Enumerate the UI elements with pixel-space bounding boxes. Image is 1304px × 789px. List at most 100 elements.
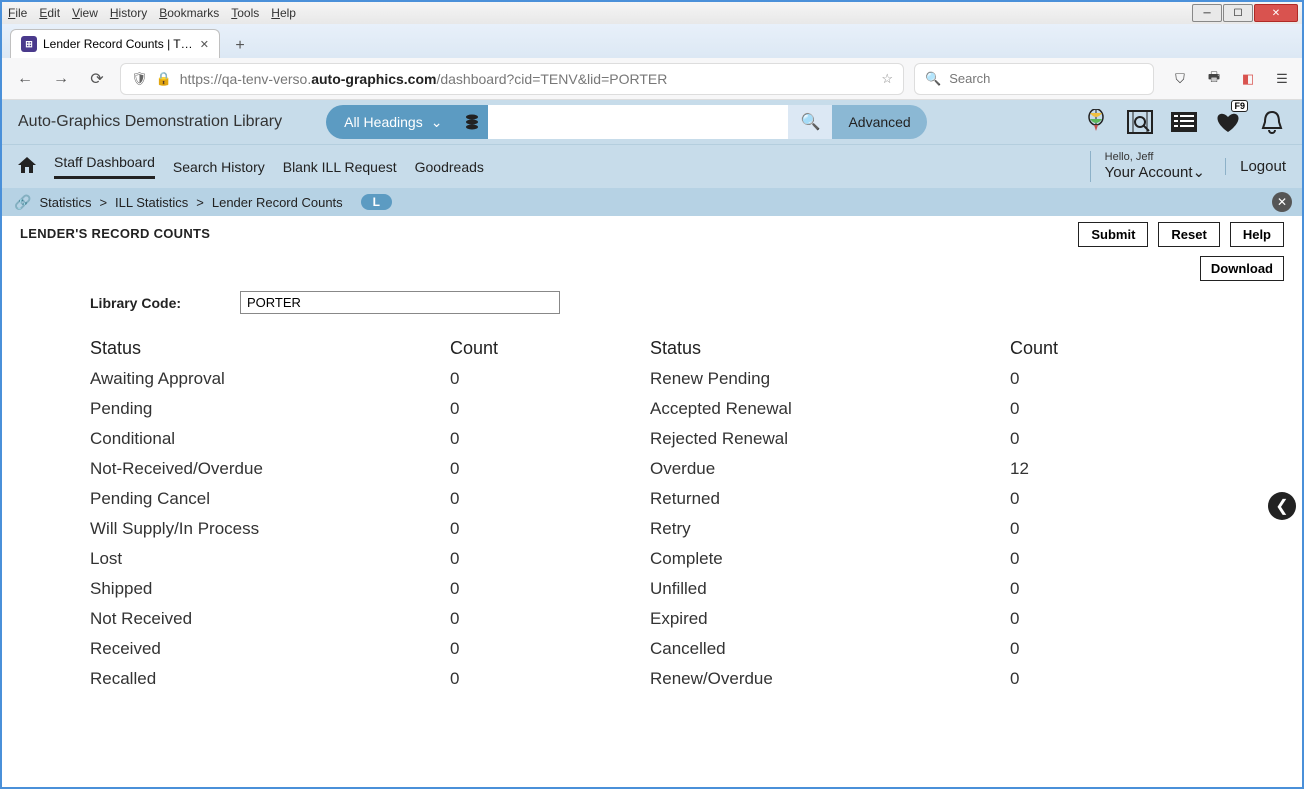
page-content: LENDER'S RECORD COUNTS Submit Reset Help… bbox=[2, 216, 1302, 787]
menu-view[interactable]: View bbox=[72, 6, 98, 20]
os-menubar: File Edit View History Bookmarks Tools H… bbox=[2, 2, 1302, 24]
window-controls: ─ ☐ ✕ bbox=[1192, 4, 1298, 22]
bookmark-star-icon[interactable]: ☆ bbox=[881, 71, 893, 87]
catalog-search-input[interactable] bbox=[488, 105, 788, 139]
tab-close-icon[interactable]: ✕ bbox=[200, 38, 209, 51]
search-type-dropdown[interactable]: All Headings ⌄ bbox=[326, 105, 456, 139]
status-cell: Renew/Overdue bbox=[650, 669, 1010, 689]
status-cell: Complete bbox=[650, 549, 1010, 569]
count-cell: 0 bbox=[450, 579, 550, 599]
breadcrumb-3[interactable]: Lender Record Counts bbox=[212, 195, 343, 210]
balloon-icon[interactable] bbox=[1082, 108, 1110, 136]
action-buttons: Submit Reset Help bbox=[1078, 222, 1284, 247]
nav-goodreads[interactable]: Goodreads bbox=[415, 159, 484, 175]
count-cell: 0 bbox=[1010, 399, 1110, 419]
nav-blank-ill-request[interactable]: Blank ILL Request bbox=[283, 159, 397, 175]
logout-link[interactable]: Logout bbox=[1225, 158, 1286, 175]
maximize-button[interactable]: ☐ bbox=[1223, 4, 1253, 22]
status-cell: Recalled bbox=[90, 669, 450, 689]
browser-search-bar[interactable]: 🔍 Search bbox=[914, 63, 1154, 95]
favorites-heart-icon[interactable]: F9 bbox=[1214, 108, 1242, 136]
catalog-search-group: All Headings ⌄ 🔍 Advanced bbox=[326, 105, 927, 139]
search-icon: 🔍 bbox=[925, 71, 941, 87]
status-cell: Pending bbox=[90, 399, 450, 419]
forward-button[interactable]: → bbox=[48, 66, 74, 92]
count-header: Count bbox=[1010, 338, 1110, 359]
menu-file[interactable]: File bbox=[8, 6, 27, 20]
app-header: Auto-Graphics Demonstration Library All … bbox=[2, 100, 1302, 144]
back-button[interactable]: ← bbox=[12, 66, 38, 92]
home-icon[interactable] bbox=[18, 157, 36, 176]
search-placeholder: Search bbox=[949, 71, 990, 86]
count-cell: 0 bbox=[1010, 429, 1110, 449]
status-cell: Cancelled bbox=[650, 639, 1010, 659]
catalog-search-button[interactable]: 🔍 bbox=[788, 105, 832, 139]
status-cell: Returned bbox=[650, 489, 1010, 509]
status-cell: Received bbox=[90, 639, 450, 659]
scan-icon[interactable] bbox=[1126, 108, 1154, 136]
count-cell: 0 bbox=[450, 549, 550, 569]
account-box[interactable]: Hello, Jeff Your Account⌄ bbox=[1090, 151, 1205, 182]
count-cell: 0 bbox=[1010, 639, 1110, 659]
library-code-label: Library Code: bbox=[90, 295, 210, 311]
status-header: Status bbox=[650, 338, 1010, 359]
breadcrumb-1[interactable]: Statistics bbox=[39, 195, 91, 210]
count-cell: 0 bbox=[1010, 369, 1110, 389]
count-cell: 0 bbox=[1010, 549, 1110, 569]
pocket-icon[interactable]: ⛉ bbox=[1170, 69, 1190, 89]
shield-icon: 🛡 bbox=[131, 71, 148, 87]
menu-help[interactable]: Help bbox=[271, 6, 296, 20]
count-cell: 12 bbox=[1010, 459, 1110, 479]
minimize-button[interactable]: ─ bbox=[1192, 4, 1222, 22]
status-tables: Status Count Awaiting Approval0Pending0C… bbox=[90, 338, 1284, 689]
chevron-down-icon: ⌄ bbox=[1193, 164, 1206, 181]
library-code-input[interactable] bbox=[240, 291, 560, 314]
status-cell: Rejected Renewal bbox=[650, 429, 1010, 449]
status-cell: Retry bbox=[650, 519, 1010, 539]
breadcrumb-close-icon[interactable]: ✕ bbox=[1272, 192, 1292, 212]
database-icon[interactable] bbox=[456, 105, 488, 139]
greeting-text: Hello, Jeff bbox=[1105, 151, 1205, 164]
submit-button[interactable]: Submit bbox=[1078, 222, 1148, 247]
list-icon[interactable] bbox=[1170, 108, 1198, 136]
count-cell: 0 bbox=[450, 609, 550, 629]
count-cell: 0 bbox=[450, 669, 550, 689]
close-window-button[interactable]: ✕ bbox=[1254, 4, 1298, 22]
nav-staff-dashboard[interactable]: Staff Dashboard bbox=[54, 154, 155, 179]
menu-tools[interactable]: Tools bbox=[231, 6, 259, 20]
status-cell: Not Received bbox=[90, 609, 450, 629]
print-icon[interactable]: 🖶 bbox=[1204, 69, 1224, 89]
link-icon: 🔗 bbox=[14, 194, 31, 211]
status-cell: Renew Pending bbox=[650, 369, 1010, 389]
status-cell: Overdue bbox=[650, 459, 1010, 479]
favicon-icon: ⊞ bbox=[21, 36, 37, 52]
menu-bookmarks[interactable]: Bookmarks bbox=[159, 6, 219, 20]
count-cell: 0 bbox=[450, 399, 550, 419]
hamburger-menu-icon[interactable]: ☰ bbox=[1272, 69, 1292, 89]
status-cell: Unfilled bbox=[650, 579, 1010, 599]
count-cell: 0 bbox=[1010, 609, 1110, 629]
chevron-down-icon: ⌄ bbox=[431, 114, 443, 131]
download-button[interactable]: Download bbox=[1200, 256, 1284, 281]
extension-icon[interactable]: ◧ bbox=[1238, 69, 1258, 89]
url-bar[interactable]: 🛡 🔒 https://qa-tenv-verso.auto-graphics.… bbox=[120, 63, 904, 95]
breadcrumb-2[interactable]: ILL Statistics bbox=[115, 195, 188, 210]
browser-toolbar: ← → ⟳ 🛡 🔒 https://qa-tenv-verso.auto-gra… bbox=[2, 58, 1302, 100]
side-panel-toggle[interactable]: ❮ bbox=[1268, 492, 1296, 520]
count-header: Count bbox=[450, 338, 550, 359]
help-button[interactable]: Help bbox=[1230, 222, 1284, 247]
count-cell: 0 bbox=[450, 459, 550, 479]
browser-tab[interactable]: ⊞ Lender Record Counts | TENV | ✕ bbox=[10, 29, 220, 58]
menu-history[interactable]: History bbox=[110, 6, 147, 20]
reload-button[interactable]: ⟳ bbox=[84, 66, 110, 92]
count-cell: 0 bbox=[450, 429, 550, 449]
menu-edit[interactable]: Edit bbox=[39, 6, 60, 20]
advanced-search-button[interactable]: Advanced bbox=[832, 105, 926, 139]
count-cell: 0 bbox=[450, 489, 550, 509]
nav-search-history[interactable]: Search History bbox=[173, 159, 265, 175]
reset-button[interactable]: Reset bbox=[1158, 222, 1219, 247]
bell-icon[interactable] bbox=[1258, 108, 1286, 136]
library-code-row: Library Code: bbox=[90, 291, 1284, 314]
lock-icon: 🔒 bbox=[156, 71, 172, 87]
new-tab-button[interactable]: + bbox=[226, 34, 254, 58]
